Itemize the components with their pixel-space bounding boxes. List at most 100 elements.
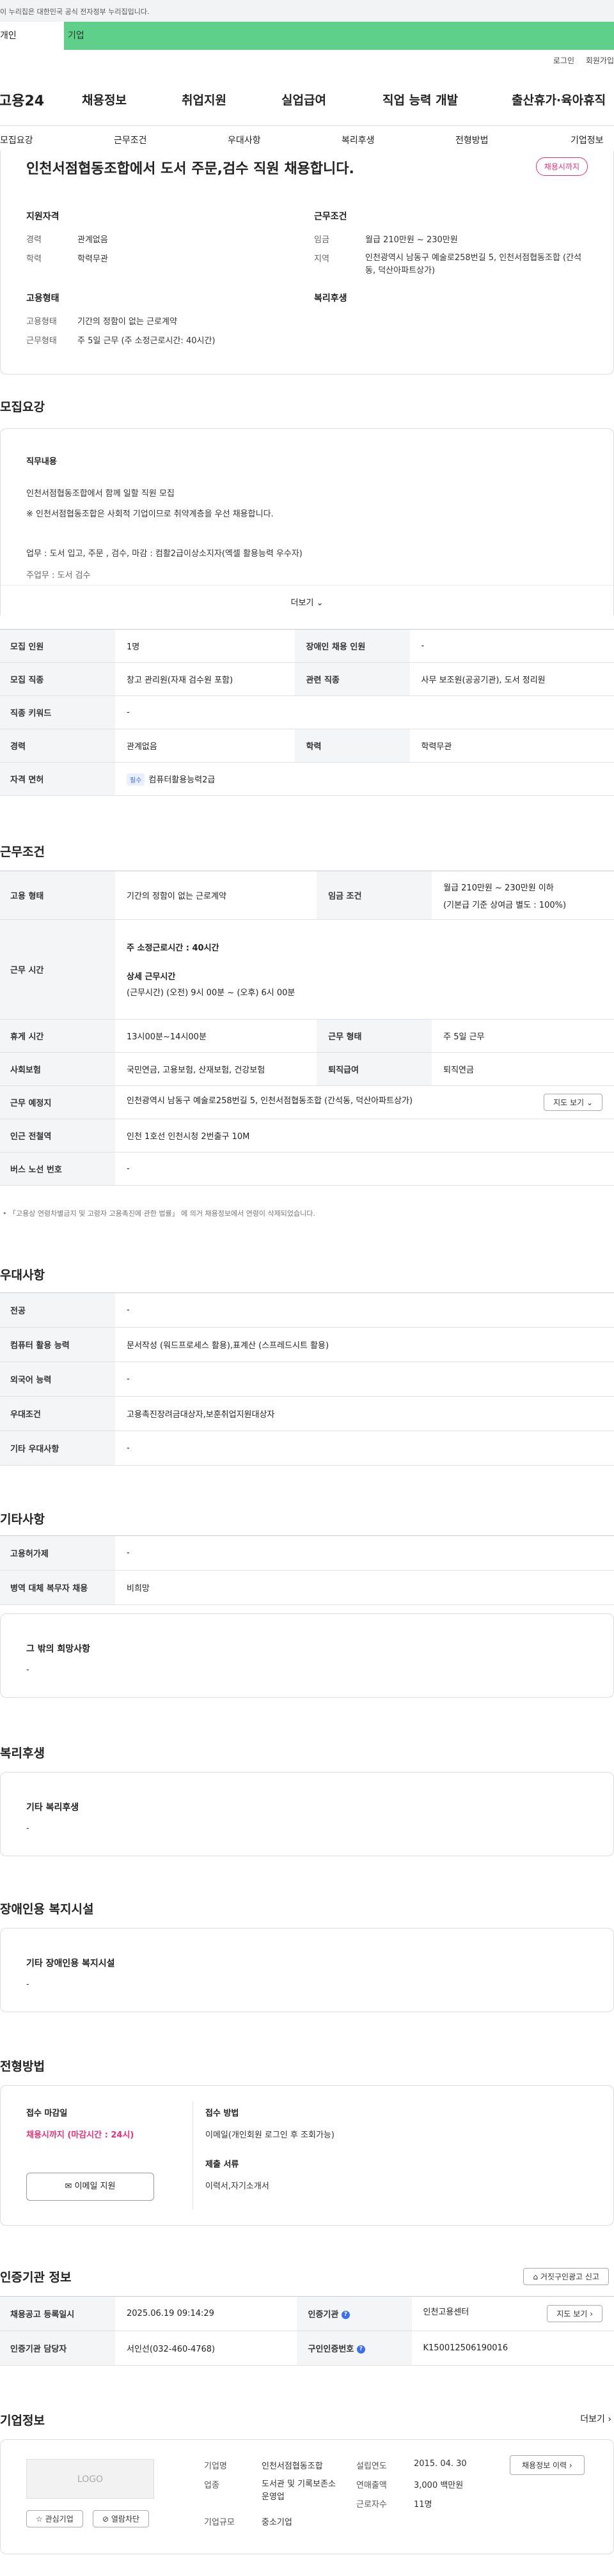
table-cell: - [115, 1152, 614, 1186]
table-cell: 필수 컴퓨터활용능력2급 [115, 762, 614, 796]
table-header-cell: 채용공고 등록일시 [0, 2296, 115, 2331]
gov-banner: 이 누리집은 대한민국 공식 전자정부 누리집입니다. [0, 0, 614, 22]
anchor-recruit[interactable]: 모집요강 [0, 134, 33, 146]
star-icon: ☆ [36, 2515, 43, 2524]
table-header-cell: 인근 전철역 [0, 1119, 115, 1152]
job-history-button[interactable]: 채용정보 이력 › [510, 2455, 585, 2475]
house-icon: ⌂ [533, 2272, 539, 2281]
recruit-heading: 모집요강 [0, 400, 45, 414]
site-logo[interactable]: 고용24 [0, 89, 44, 110]
table-cell: - [115, 1535, 614, 1571]
map-button[interactable]: 지도 보기 ⌄ [544, 1094, 602, 1111]
table-header-cell: 인증기관 담당자 [0, 2331, 115, 2366]
table-row: 고용허가제 - [0, 1535, 614, 1571]
table-cell: - [115, 1292, 614, 1328]
tab-personal[interactable]: 개인 [0, 22, 64, 50]
email-apply-button[interactable]: ✉ 이메일 지원 [26, 2173, 154, 2201]
other-wishes-heading: 그 밖의 희망사항 [26, 1644, 90, 1654]
info-icon[interactable]: ? [341, 2311, 350, 2319]
company-more-link[interactable]: 더보기 › [580, 2412, 611, 2425]
company-card: LOGO ☆ 관심기업 ⊘ 열람차단 기업명 인천서점협동조합 업종 도서관 및… [0, 2439, 614, 2554]
anchor-work[interactable]: 근무조건 [114, 134, 147, 146]
welfare-heading: 복리후생 [0, 1746, 45, 1760]
company-employees: 11명 [414, 2500, 432, 2510]
table-row: 모집 인원 1명 장애인 채용 인원 - [0, 629, 614, 663]
table-header-cell: 휴게 시간 [0, 1019, 115, 1053]
favorite-company-button[interactable]: ☆ 관심기업 [26, 2510, 83, 2527]
deadline-label: 접수 마감일 [26, 2109, 68, 2118]
util-menu: 로그인 회원가입 [544, 55, 614, 66]
table-cell: 서인선(032-460-4768) [115, 2331, 297, 2366]
cond-wage-label: 임금 [314, 235, 329, 245]
table-cell: 인천고용센터 지도 보기 › [411, 2296, 614, 2331]
welfare-value: - [26, 1824, 29, 1833]
company-name: 인천서점협동조합 [262, 2462, 323, 2471]
emp-form-value: 주 5일 근무 (주 소정근로시간: 40시간) [77, 336, 216, 346]
map-button-label: 지도 보기 [556, 2309, 588, 2318]
signup-link[interactable]: 회원가입 [586, 56, 614, 65]
user-type-tabs: 개인 기업 [0, 22, 614, 50]
company-field-label: 업종 [204, 2481, 219, 2490]
anchor-company[interactable]: 기업정보 [571, 134, 604, 146]
table-cell: - [115, 1362, 614, 1397]
table-row: 인근 전철역 인천 1호선 인천시청 2번출구 10M [0, 1119, 614, 1152]
chevron-right-icon: › [590, 2309, 593, 2318]
gnb-item-training[interactable]: 직업 능력 개발 [382, 91, 458, 108]
table-header-cell: 근무 형태 [317, 1019, 432, 1053]
table-cell: 1명 [115, 629, 295, 663]
gnb-item-jobs[interactable]: 채용정보 [82, 91, 127, 108]
workplace-address: 인천광역시 남동구 예술로258번길 5, 인천서점협동조합 (간석동, 덕산아… [127, 1096, 413, 1106]
table-row: 직종 키워드 - [0, 695, 614, 729]
table-header-cell: 모집 직종 [0, 662, 115, 696]
age-notice-text: 「고용상 연령차별금지 및 고령자 고용촉진에 관한 법률」 에 의거 채용정보… [9, 1209, 315, 1218]
duty-line: 인천서점협동조합에서 함께 일할 직원 모집 [26, 489, 175, 499]
table-header-cell: 전공 [0, 1292, 115, 1328]
login-link[interactable]: 로그인 [553, 56, 574, 65]
cond-region-label: 지역 [314, 254, 329, 264]
table-header-cell: 우대조건 [0, 1396, 115, 1431]
duty-card: 직무내용 인천서점협동조합에서 함께 일할 직원 모집 ※ 인천서점협동조합은 … [0, 428, 614, 620]
table-header-cell: 직종 키워드 [0, 695, 115, 729]
table-cell: 2025.06.19 09:14:29 [115, 2296, 297, 2331]
table-row: 근무 시간 주 소정근로시간 : 40시간 상세 근무시간 (근무시간) (오전… [0, 919, 614, 1020]
process-heading: 전형방법 [0, 2060, 45, 2074]
table-header-cell: 컴퓨터 활용 능력 [0, 1327, 115, 1362]
process-card: 접수 마감일 채용시까지 (마감시간 : 24시) ✉ 이메일 지원 접수 방법… [0, 2085, 614, 2226]
table-row: 병역 대체 복무자 채용 비희망 [0, 1570, 614, 1605]
more-button[interactable]: 더보기 ⌄ [1, 585, 613, 620]
agency-table: 채용공고 등록일시 2025.06.19 09:14:29 인증기관 ? 인천고용센터… [0, 2296, 614, 2366]
wage-value: 월급 210만원 ~ 230만원 이하 [443, 883, 554, 893]
table-cell: 학력무관 [409, 729, 614, 763]
table-cell: 주 5일 근무 [432, 1019, 614, 1053]
table-cell: 퇴직연금 [432, 1052, 614, 1086]
anchor-welfare[interactable]: 복리후생 [342, 134, 375, 146]
table-row: 인증기관 담당자 서인선(032-460-4768) 구인인증번호 ? K150012… [0, 2331, 614, 2366]
anchor-pref[interactable]: 우대사항 [228, 134, 261, 146]
gov-banner-text: 이 누리집은 대한민국 공식 전자정부 누리집입니다. [0, 8, 150, 16]
duty-line: 업무 : 도서 입고, 주문 , 검수, 마감 : 컴활2급이상소지자(엑셀 활… [26, 549, 303, 559]
gnb-item-employment-support[interactable]: 취업지원 [182, 91, 226, 108]
wage-note: (기본급 기준 상여금 별도 : 100%) [443, 900, 567, 910]
table-row: 컴퓨터 활용 능력 문서작성 (워드프로세스 활용),표계산 (스프레드시트 활용… [0, 1327, 614, 1362]
map-button-label: 지도 보기 [553, 1098, 585, 1107]
table-header-cell: 모집 인원 [0, 629, 115, 663]
company-more-label: 더보기 [580, 2414, 605, 2425]
table-header-cell: 경력 [0, 729, 115, 763]
report-fake-ad-button[interactable]: ⌂ 거짓구인광고 신고 [523, 2268, 609, 2285]
map-button[interactable]: 지도 보기 › [547, 2305, 602, 2322]
email-apply-label: 이메일 지원 [74, 2182, 116, 2191]
info-icon[interactable]: ? [356, 2345, 365, 2354]
block-company-button[interactable]: ⊘ 열람차단 [93, 2510, 150, 2527]
table-cell: 창고 관리원(자재 검수원 포함) [115, 662, 295, 696]
tab-company[interactable]: 기업 [64, 22, 614, 50]
gnb-item-unemployment-benefit[interactable]: 실업급여 [281, 91, 326, 108]
table-row: 자격 면허 필수 컴퓨터활용능력2급 [0, 762, 614, 796]
gnb-item-leave[interactable]: 출산휴가·육아휴직 [512, 91, 606, 108]
company-industry: 도서관 및 기록보존소 운영업 [262, 2479, 336, 2502]
qual-heading: 지원자격 [26, 212, 59, 222]
table-row: 채용공고 등록일시 2025.06.19 09:14:29 인증기관 ? 인천고용센터… [0, 2296, 614, 2331]
chevron-down-icon: ⌄ [586, 1098, 593, 1107]
anchor-process[interactable]: 전형방법 [455, 134, 489, 146]
qual-edu-value: 학력무관 [77, 254, 108, 264]
block-company-label: 열람차단 [111, 2515, 140, 2524]
